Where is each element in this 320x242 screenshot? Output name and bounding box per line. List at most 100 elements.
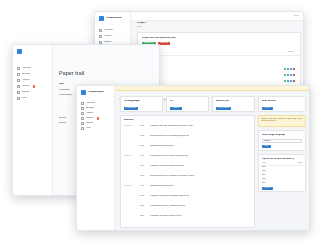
activity-row: 2020-03-17 17:31 Commented on the task Rev… — [124, 155, 251, 164]
activity-row: 09:45 Uploaded new file Brochure.pdf — [124, 145, 251, 154]
logo-icon — [81, 90, 86, 95]
nav-item-invoices[interactable]: Invoices — [17, 85, 36, 88]
activity-date — [124, 215, 138, 224]
user-icon — [81, 127, 84, 130]
nav-item-overview[interactable]: Overview — [99, 29, 113, 32]
file-item[interactable]: File 3 — [262, 174, 266, 177]
contact-button[interactable]: Contact — [262, 107, 273, 110]
activity-text[interactable]: Completed a task titled Editing of websi… — [150, 165, 251, 174]
view-invoices-button[interactable]: View invoices — [216, 107, 231, 110]
invoice-icon — [17, 85, 20, 88]
activity-icon — [81, 107, 84, 110]
nav-item-reports[interactable]: Reports — [81, 122, 93, 125]
brand-name: CompanyName — [106, 17, 122, 20]
nav-item-projects[interactable]: Projects — [81, 112, 94, 115]
files-card: Popular files for your translation (3) N… — [258, 154, 306, 192]
middle-sidebar: Overview Activities Projects Invoices Re… — [13, 45, 53, 195]
save-button[interactable]: Save — [262, 145, 271, 148]
stat-card-projects: 11 View all — [166, 96, 209, 112]
nav-item-projects[interactable]: Projects — [99, 35, 112, 38]
nav-item-reports[interactable]: Reports — [17, 91, 29, 94]
chart-icon — [17, 91, 20, 94]
activity-date: 2020-03-16 — [124, 185, 133, 187]
activity-date — [124, 205, 138, 214]
new-project-button[interactable]: New project — [124, 107, 138, 110]
stat-card-manager: Bob Wilson Contact — [258, 96, 306, 112]
nav-item-activities[interactable]: Activities — [81, 107, 94, 110]
column-actions: Actions — [288, 51, 294, 53]
brand-name: CompanyName — [88, 91, 104, 94]
list-item[interactable]: Proofreading — [59, 94, 72, 97]
back-brand: CompanyName — [99, 16, 122, 21]
activity-row: 08:10 Completed a task titled Review for … — [124, 215, 251, 224]
notice-text: Important: your project deadline is appr… — [261, 118, 303, 123]
folder-icon — [81, 112, 84, 115]
language-title: Select target language — [262, 134, 286, 136]
file-item[interactable]: File 2 — [262, 170, 266, 173]
activity-text[interactable]: Uploaded new file Brochure.pdf — [150, 145, 251, 154]
activity-date: 2020-03-18 — [124, 125, 133, 127]
view-all-button[interactable]: View all — [170, 107, 182, 110]
nav-item-invoices[interactable]: Invoices — [81, 117, 100, 120]
home-icon — [17, 67, 20, 70]
activity-date — [124, 145, 138, 154]
notification-badge — [32, 85, 36, 88]
view-all-files-button[interactable]: View all — [262, 187, 273, 190]
invoice-icon — [81, 117, 84, 120]
notification-badge — [96, 117, 100, 120]
activity-time: 10:00 — [140, 135, 145, 137]
home-icon — [81, 102, 84, 105]
section-title: Date — [59, 83, 64, 85]
language-select[interactable]: English — [262, 139, 302, 143]
nav-item-activities[interactable]: Activities — [17, 73, 30, 76]
middle-brand — [17, 49, 22, 54]
page-title: Paper trail — [59, 71, 85, 77]
nav-item-overview[interactable]: Overview — [17, 67, 31, 70]
list-item[interactable]: Review — [59, 117, 66, 120]
activity-time: 16:12 — [140, 165, 145, 167]
activity-date: 2020-03-17 — [124, 155, 133, 157]
home-icon — [99, 29, 102, 32]
activity-row: 14:20 Started working on task Translation… — [124, 175, 251, 184]
nav-item-users[interactable]: Users — [17, 97, 27, 100]
list-item[interactable]: Editing — [59, 122, 66, 125]
activity-text[interactable]: Completed a task titled Review for Proje… — [150, 215, 251, 224]
breadcrumb[interactable]: Home — [137, 26, 142, 29]
activity-time: 08:55 — [140, 205, 145, 207]
activity-feed: Activities 2020-03-18 10:02 Completed a ta… — [120, 115, 255, 228]
stat-card-invoices: $8,640,000 View invoices — [212, 96, 255, 112]
activity-row: 16:12 Completed a task titled Editing of … — [124, 165, 251, 174]
activity-time: 09:30 — [140, 195, 145, 197]
files-title: Popular files for your translation (3) — [262, 158, 295, 160]
activity-date — [124, 175, 138, 184]
search-label[interactable]: Search — [293, 15, 299, 18]
nav-item-users[interactable]: Users — [81, 127, 91, 130]
activity-text[interactable]: Started working on task Proofreading of … — [150, 135, 251, 144]
activity-date — [124, 135, 138, 144]
chart-icon — [81, 122, 84, 125]
activity-date — [124, 165, 138, 174]
list-item[interactable]: Translation — [59, 89, 70, 92]
activity-row: 10:00 Started working on task Proofreadin… — [124, 135, 251, 144]
file-item[interactable]: File 1 — [262, 166, 266, 169]
activity-text[interactable]: Completed a task titled Proofreading of … — [150, 195, 251, 204]
activity-time: 08:10 — [140, 215, 145, 217]
nav-item-projects[interactable]: Projects — [17, 79, 30, 82]
activity-text[interactable]: Commented on the task Review of marketin… — [150, 155, 251, 164]
activity-text[interactable]: Commented on the task Translation into I… — [150, 205, 251, 214]
nav-item-overview[interactable]: Overview — [81, 102, 95, 105]
user-icon — [17, 97, 20, 100]
activity-text[interactable]: Started working on task Translation into… — [150, 175, 251, 184]
activity-text[interactable]: Completed a task titled Translation into… — [150, 125, 251, 134]
front-window: CompanyName Overview Activities Projects… — [76, 85, 310, 231]
front-main: Your account has been updated. Please re… — [115, 86, 309, 230]
activity-row: 2020-03-18 10:02 Completed a task titled T… — [124, 125, 251, 134]
file-item[interactable]: File 5 — [262, 182, 266, 185]
logo-icon — [99, 16, 104, 21]
logo-icon — [17, 49, 22, 54]
activity-time: 14:20 — [140, 175, 145, 177]
stat-card-languages: 56 languages New project — [120, 96, 163, 112]
activity-text[interactable]: Uploaded new file Manual.docx — [150, 185, 251, 194]
activity-time: 11:05 — [140, 185, 145, 187]
file-item[interactable]: File 4 — [262, 178, 266, 181]
